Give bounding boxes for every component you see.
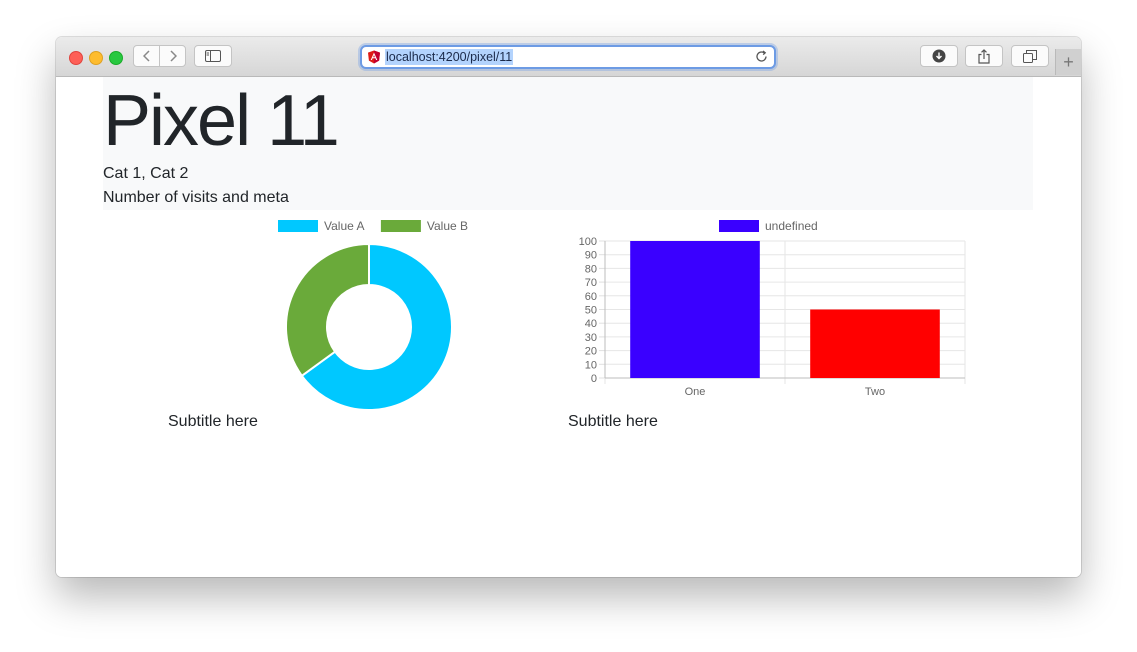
legend-swatch xyxy=(380,220,421,232)
plus-icon: + xyxy=(1063,51,1074,72)
y-tick-label: 50 xyxy=(585,305,597,317)
y-tick-label: 60 xyxy=(585,291,597,303)
legend-swatch xyxy=(278,220,318,232)
doughnut-slice-2 xyxy=(285,242,370,378)
x-tick-label: Two xyxy=(865,386,885,398)
navigation-buttons xyxy=(133,45,186,67)
legend-label: Value A xyxy=(324,219,364,233)
y-tick-label: 10 xyxy=(585,359,597,371)
bar-chart: undefined0102030405060708090100One Two xyxy=(579,219,966,398)
y-tick-label: 80 xyxy=(585,263,597,275)
tabs-overview-button[interactable] xyxy=(1011,45,1049,67)
legend-label: undefined xyxy=(765,219,818,233)
bar-plot-area: 0102030405060708090100One Two xyxy=(579,236,966,398)
chevron-right-icon xyxy=(169,50,177,62)
page-content: Pixel 11 Cat 1, Cat 2 Number of visits a… xyxy=(56,77,1081,577)
zoom-window-button[interactable] xyxy=(109,51,123,65)
downloads-button[interactable] xyxy=(920,45,958,67)
y-tick-label: 40 xyxy=(585,318,597,330)
doughnut-chart: Value A Value B xyxy=(278,219,468,411)
bar-two xyxy=(810,309,940,378)
page-description: Number of visits and meta xyxy=(103,189,289,206)
reload-icon[interactable] xyxy=(754,49,769,64)
sidebar-toggle-button[interactable] xyxy=(194,45,232,67)
legend-label: Value B xyxy=(427,219,468,233)
forward-button[interactable] xyxy=(159,46,185,66)
angular-icon xyxy=(368,50,380,64)
minimize-window-button[interactable] xyxy=(89,51,103,65)
y-tick-label: 70 xyxy=(585,277,597,289)
tabs-icon xyxy=(1023,49,1037,63)
share-icon xyxy=(978,48,990,64)
address-bar[interactable]: localhost:4200/pixel/11 xyxy=(360,45,776,69)
right-chart-subtitle: Subtitle here xyxy=(568,413,658,430)
browser-toolbar: localhost:4200/pixel/11 + xyxy=(56,37,1081,77)
legend-swatch xyxy=(719,220,759,232)
url-text[interactable]: localhost:4200/pixel/11 xyxy=(385,49,514,65)
chevron-left-icon xyxy=(142,50,150,62)
y-tick-label: 100 xyxy=(579,236,597,248)
x-tick-label: One xyxy=(685,386,706,398)
y-tick-label: 90 xyxy=(585,250,597,262)
share-button[interactable] xyxy=(965,45,1003,67)
page-header: Pixel 11 Cat 1, Cat 2 Number of visits a… xyxy=(103,77,1033,210)
y-tick-label: 30 xyxy=(585,332,597,344)
page-title: Pixel 11 xyxy=(103,81,340,161)
back-button[interactable] xyxy=(134,46,159,66)
bar-one xyxy=(630,241,760,378)
y-tick-label: 20 xyxy=(585,346,597,358)
download-icon xyxy=(932,49,946,63)
category-list: Cat 1, Cat 2 xyxy=(103,165,189,182)
close-window-button[interactable] xyxy=(69,51,83,65)
browser-window: localhost:4200/pixel/11 + Pixel 11 Cat 1… xyxy=(56,37,1081,577)
y-tick-label: 0 xyxy=(591,373,597,385)
new-tab-button[interactable]: + xyxy=(1055,49,1081,75)
sidebar-icon xyxy=(205,50,221,62)
left-chart-subtitle: Subtitle here xyxy=(168,413,258,430)
